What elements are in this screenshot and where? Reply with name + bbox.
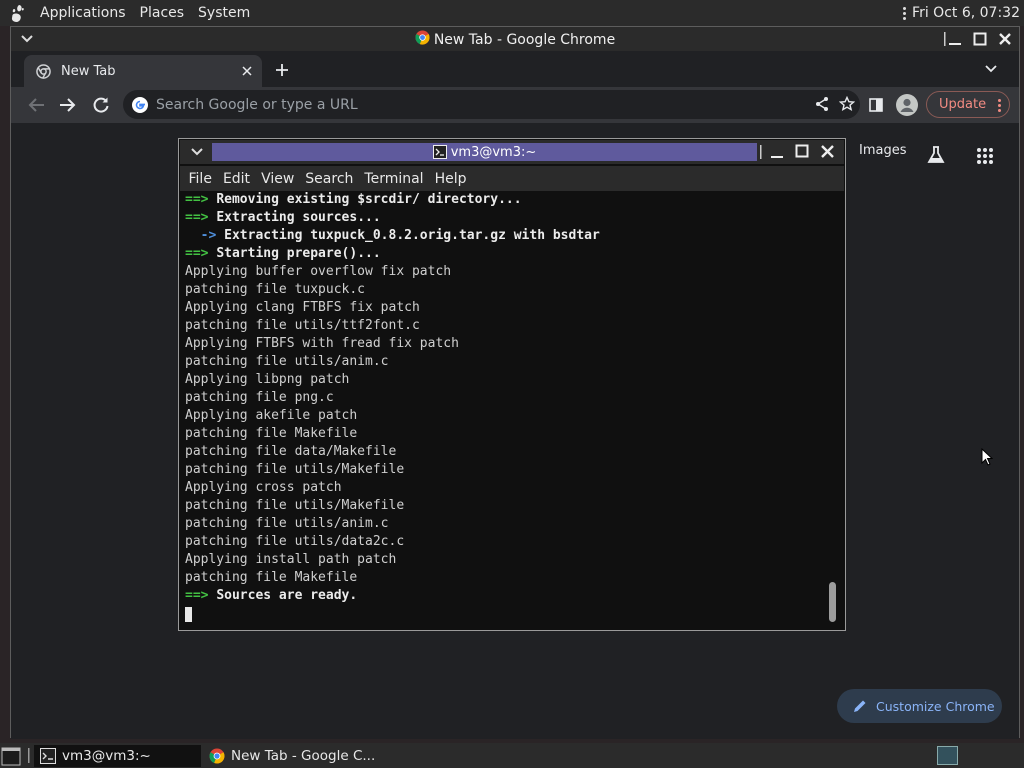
terminal-line: -> Extracting tuxpuck_0.8.2.orig.tar.gz … [185, 228, 600, 243]
top-panel: Applications Places System Fri Oct 6, 07… [0, 0, 1024, 26]
reload-icon[interactable] [92, 96, 110, 114]
maximize-icon[interactable] [970, 30, 990, 48]
mouse-pointer-icon [981, 447, 994, 470]
chrome-icon [209, 748, 225, 764]
taskbar-handle-icon [27, 748, 31, 763]
customize-label: Customize Chrome [876, 698, 995, 714]
terminal-line: patching file utils/Makefile [185, 462, 405, 477]
terminal-line: patching file data/Makefile [185, 444, 397, 459]
clock[interactable]: Fri Oct 6, 07:32 [912, 5, 1020, 21]
terminal-titlebar[interactable]: vm3@vm3:~ [180, 140, 844, 164]
bottom-panel: vm3@vm3:~ New Tab - Google C... [0, 743, 1024, 768]
google-g-icon [132, 96, 148, 113]
places-menu[interactable]: Places [137, 0, 188, 26]
bookmark-star-icon[interactable] [839, 96, 855, 112]
terminal-scrollbar[interactable] [828, 191, 838, 627]
chrome-window-title: New Tab - Google Chrome [11, 30, 1019, 49]
terminal-line: Applying cross patch [185, 480, 342, 495]
tab-new-tab[interactable]: New Tab [24, 55, 262, 87]
profile-avatar[interactable] [896, 94, 918, 116]
terminal-cursor [185, 607, 192, 622]
terminal-scrollbar-thumb[interactable] [829, 582, 836, 622]
terminal-line: patching file tuxpuck.c [185, 282, 366, 297]
terminal-line: Applying install path patch [185, 552, 397, 567]
menu-search[interactable]: Search [300, 171, 359, 187]
chrome-title-text: New Tab - Google Chrome [433, 31, 616, 48]
panel-kebab-icon[interactable] [898, 3, 910, 23]
omnibox-placeholder: Search Google or type a URL [156, 96, 358, 113]
terminal-line: patching file png.c [185, 390, 334, 405]
terminal-line: patching file utils/Makefile [185, 498, 405, 513]
terminal-title: vm3@vm3:~ [212, 143, 757, 161]
terminal-line: ==> Removing existing $srcdir/ directory… [185, 192, 522, 207]
update-button[interactable]: Update [926, 91, 1010, 118]
terminal-line: Applying akefile patch [185, 408, 358, 423]
terminal-line: Applying buffer overflow fix patch [185, 264, 452, 279]
chrome-tab-favicon-icon [36, 63, 51, 79]
taskbar-item-terminal[interactable]: vm3@vm3:~ [34, 745, 201, 767]
chrome-toolbar: Search Google or type a URL Update [11, 87, 1019, 123]
menu-edit[interactable]: Edit [217, 171, 255, 187]
images-link[interactable]: Images [859, 143, 907, 158]
terminal-maximize-icon[interactable] [795, 144, 809, 158]
terminal-output[interactable]: ==> Removing existing $srcdir/ directory… [185, 191, 825, 627]
tab-title: New Tab [61, 63, 116, 79]
menu-terminal[interactable]: Terminal [359, 171, 429, 187]
terminal-icon [40, 748, 56, 764]
menu-help[interactable]: Help [429, 171, 472, 187]
terminal-line: Applying libpng patch [185, 372, 350, 387]
terminal-prompt-line [185, 605, 825, 623]
forward-arrow-icon[interactable] [59, 97, 77, 113]
show-desktop-icon[interactable] [0, 746, 24, 766]
taskbar-item-label: vm3@vm3:~ [62, 748, 151, 764]
omnibox[interactable]: Search Google or type a URL [123, 90, 860, 119]
terminal-window-menu-chevron-icon[interactable] [191, 148, 203, 156]
new-tab-plus-icon[interactable] [275, 63, 289, 77]
terminal-title-text: vm3@vm3:~ [450, 144, 537, 160]
side-panel-icon[interactable] [868, 97, 884, 113]
terminal-line: patching file Makefile [185, 570, 358, 585]
terminal-title-icon [432, 145, 447, 159]
chrome-tabstrip: New Tab [11, 51, 1019, 87]
terminal-line: ==> Starting prepare()... [185, 246, 381, 261]
terminal-title-separator-icon [759, 145, 763, 159]
panel-right: Fri Oct 6, 07:32 [898, 0, 1020, 26]
terminal-line: patching file utils/anim.c [185, 354, 389, 369]
menu-view[interactable]: View [256, 171, 300, 187]
back-arrow-icon[interactable] [27, 97, 45, 113]
pencil-icon [853, 699, 867, 713]
system-menu[interactable]: System [195, 0, 253, 26]
terminal-line: patching file utils/anim.c [185, 516, 389, 531]
terminal-line: patching file utils/data2c.c [185, 534, 405, 549]
desktop: Applications Places System Fri Oct 6, 07… [0, 0, 1024, 768]
taskbar-item-chrome[interactable]: New Tab - Google C... [203, 745, 393, 767]
share-icon[interactable] [814, 96, 830, 112]
minimize-icon[interactable] [945, 30, 965, 48]
taskbar-item-label: New Tab - Google C... [231, 748, 376, 764]
chrome-titlebar[interactable]: New Tab - Google Chrome [11, 27, 1019, 51]
terminal-line: patching file utils/ttf2font.c [185, 318, 420, 333]
terminal-line: Applying clang FTBFS fix patch [185, 300, 420, 315]
gnome-foot-icon[interactable] [9, 3, 29, 23]
terminal-line: ==> Sources are ready. [185, 588, 358, 603]
terminal-window: vm3@vm3:~ File Edit View Search Terminal… [178, 138, 846, 631]
close-icon[interactable] [995, 30, 1015, 48]
terminal-menubar: File Edit View Search Terminal Help [180, 166, 844, 191]
tab-close-icon[interactable] [242, 66, 252, 76]
menu-kebab-icon [998, 99, 1001, 112]
customize-chrome-button[interactable]: Customize Chrome [837, 689, 1002, 723]
terminal-close-icon[interactable] [820, 144, 835, 159]
menu-file[interactable]: File [183, 171, 217, 187]
workspace-switcher[interactable] [937, 746, 958, 765]
terminal-line: patching file Makefile [185, 426, 358, 441]
update-label: Update [939, 97, 987, 112]
terminal-minimize-icon[interactable] [770, 145, 784, 159]
terminal-line: Applying FTBFS with fread fix patch [185, 336, 459, 351]
labs-flask-icon[interactable] [926, 145, 946, 165]
tab-search-chevron-icon[interactable] [985, 65, 997, 73]
chrome-logo-icon [415, 30, 430, 49]
terminal-line: ==> Extracting sources... [185, 210, 381, 225]
applications-menu[interactable]: Applications [37, 0, 129, 26]
apps-grid-icon[interactable] [976, 147, 994, 165]
